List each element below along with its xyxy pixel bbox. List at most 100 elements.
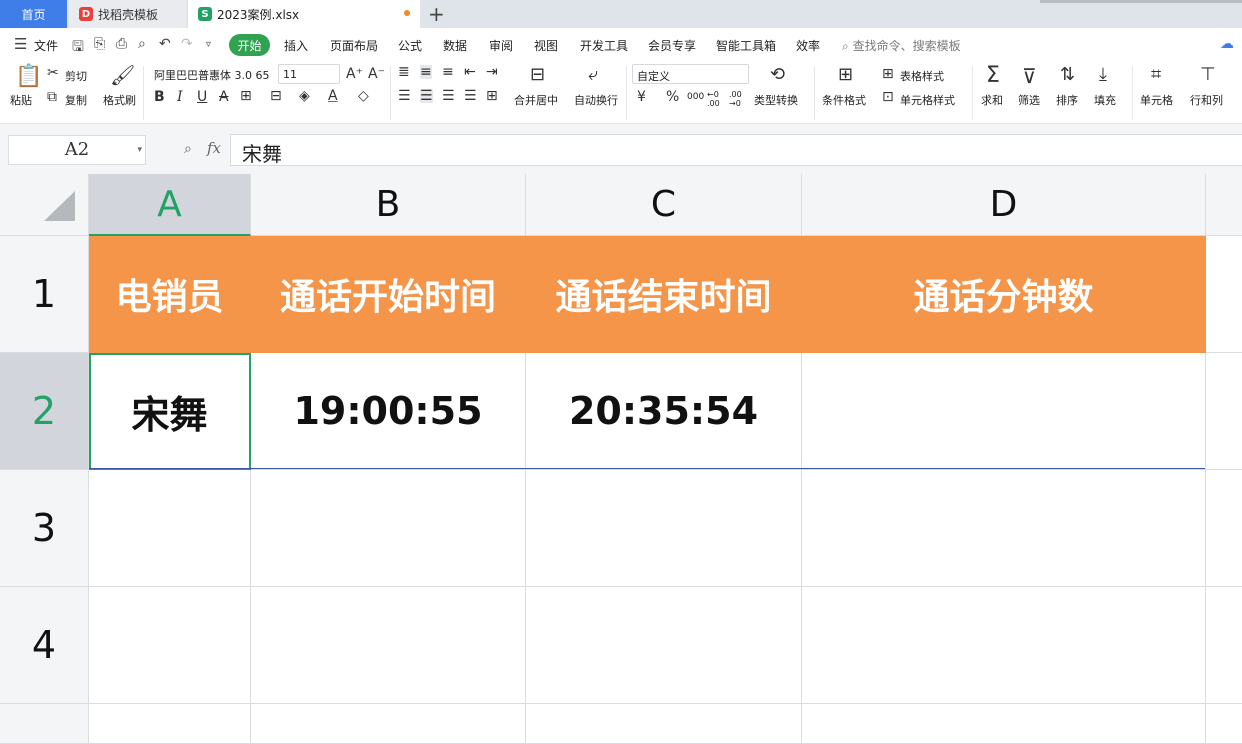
command-search[interactable]: ⌕ 查找命令、搜索模板 (842, 37, 961, 54)
cell-d3[interactable] (802, 470, 1206, 587)
sort-button[interactable]: 排序 (1056, 92, 1078, 108)
row-header-1[interactable]: 1 (0, 236, 89, 353)
row-header-2[interactable]: 2 (0, 353, 89, 470)
fill-color-icon[interactable]: ◈ (299, 89, 310, 103)
row-header-5[interactable] (0, 704, 89, 744)
cell-a3[interactable] (89, 470, 251, 587)
cloud-icon[interactable]: ☁ (1220, 36, 1234, 52)
menu-insert[interactable]: 插入 (284, 37, 308, 54)
column-header-a[interactable]: A (89, 174, 251, 236)
menu-formulas[interactable]: 公式 (398, 37, 422, 54)
cell-a5[interactable] (89, 704, 251, 744)
formula-input[interactable]: 宋舞 (230, 134, 1242, 166)
cell-d5[interactable] (802, 704, 1206, 744)
copy-button[interactable]: 复制 (65, 92, 87, 108)
cell-a4[interactable] (89, 587, 251, 704)
paste-icon[interactable]: 📋 (15, 66, 42, 88)
align-left-icon[interactable]: ☰ (398, 89, 411, 103)
wrap-text-button[interactable]: 自动换行 (574, 92, 618, 108)
cut-button[interactable]: 剪切 (65, 68, 87, 84)
undo-icon[interactable]: ↶ (159, 36, 171, 52)
number-format-select[interactable]: 自定义 (632, 64, 749, 84)
conditional-format-button[interactable]: 条件格式 (822, 92, 866, 108)
wrap-text-icon[interactable]: ⤶ (588, 66, 598, 84)
cell-e3[interactable] (1206, 470, 1242, 587)
distributed-icon[interactable]: ⊞ (486, 89, 498, 103)
increase-indent-icon[interactable]: ⇥ (486, 65, 498, 79)
cell-c4[interactable] (526, 587, 802, 704)
scissors-icon[interactable]: ✂ (47, 66, 59, 80)
thousands-button[interactable]: 000 (687, 92, 704, 102)
tab-template[interactable]: D 找稻壳模板 (69, 0, 186, 28)
align-top-icon[interactable]: ≣ (398, 65, 410, 79)
menu-smart-toolbox[interactable]: 智能工具箱 (716, 37, 776, 54)
chevron-down-icon[interactable]: ▾ (137, 136, 142, 164)
cell-button[interactable]: 单元格 (1140, 92, 1173, 108)
filter-icon[interactable]: ⊽ (1022, 66, 1037, 86)
customize-chevron-icon[interactable]: ▿ (206, 39, 211, 50)
cell-d2[interactable] (802, 353, 1206, 470)
strikethrough-icon[interactable]: A (219, 90, 229, 104)
percent-button[interactable]: % (666, 90, 679, 104)
tab-file[interactable]: S 2023案例.xlsx (188, 0, 420, 28)
print-preview-icon[interactable]: ⌕ (138, 36, 146, 52)
select-all-corner[interactable] (0, 174, 89, 236)
column-header-c[interactable]: C (526, 174, 802, 236)
clear-format-icon[interactable]: ◇ (358, 89, 369, 103)
cell-e2[interactable] (1206, 353, 1242, 470)
cell-c3[interactable] (526, 470, 802, 587)
export-icon[interactable]: ⎘ (94, 36, 105, 52)
cell-b1[interactable]: 通话开始时间 (251, 236, 526, 353)
merge-cells-icon[interactable]: ⊟ (530, 66, 545, 84)
sort-icon[interactable]: ⇅ (1060, 66, 1075, 84)
menu-page-layout[interactable]: 页面布局 (330, 37, 378, 54)
add-tab-button[interactable]: + (428, 2, 445, 26)
table-style-icon[interactable]: ⊞ (882, 67, 894, 81)
justify-icon[interactable]: ☰ (464, 89, 477, 103)
increase-font-icon[interactable]: A⁺ (346, 67, 363, 81)
cell-e1[interactable] (1206, 236, 1242, 353)
conditional-format-icon[interactable]: ⊞ (838, 66, 853, 84)
cell-b5[interactable] (251, 704, 526, 744)
save-icon[interactable]: 🖫 (72, 36, 84, 60)
cell-style-icon[interactable]: ⊡ (882, 90, 894, 104)
decrease-font-icon[interactable]: A⁻ (368, 67, 385, 81)
decrease-indent-icon[interactable]: ⇤ (464, 65, 476, 79)
menu-home[interactable]: 开始 (229, 34, 270, 56)
fill-button[interactable]: 填充 (1094, 92, 1116, 108)
menu-view[interactable]: 视图 (534, 37, 558, 54)
row-col-icon[interactable]: ⊤ (1200, 66, 1216, 84)
italic-icon[interactable]: I (177, 90, 183, 104)
cell-c5[interactable] (526, 704, 802, 744)
fill-icon[interactable]: ⤓ (1099, 66, 1107, 84)
menu-data[interactable]: 数据 (443, 37, 467, 54)
menu-developer[interactable]: 开发工具 (580, 37, 628, 54)
cell-b4[interactable] (251, 587, 526, 704)
row-header-3[interactable]: 3 (0, 470, 89, 587)
menu-review[interactable]: 审阅 (489, 37, 513, 54)
increase-decimal-button[interactable]: ←0 .00 (707, 90, 727, 108)
column-header-b[interactable]: B (251, 174, 526, 236)
convert-type-button[interactable]: 类型转换 (754, 92, 798, 108)
cell-d4[interactable] (802, 587, 1206, 704)
cell-c2[interactable]: 20:35:54 (526, 353, 802, 470)
row-col-button[interactable]: 行和列 (1190, 92, 1223, 108)
convert-type-icon[interactable]: ⟲ (770, 66, 785, 84)
row-header-4[interactable]: 4 (0, 587, 89, 704)
cell-a2[interactable]: 宋舞 (89, 353, 251, 470)
currency-button[interactable]: ¥ (637, 90, 646, 104)
cell-e5[interactable] (1206, 704, 1242, 744)
filter-button[interactable]: 筛选 (1018, 92, 1040, 108)
table-style-button[interactable]: 表格样式 (900, 68, 944, 84)
format-painter-button[interactable]: 格式刷 (103, 92, 136, 108)
cell-e4[interactable] (1206, 587, 1242, 704)
cell-icon[interactable]: ⌗ (1151, 66, 1161, 84)
name-box[interactable]: A2 ▾ (8, 135, 146, 165)
merge-center-button[interactable]: 合并居中 (514, 92, 558, 108)
redo-icon[interactable]: ↷ (181, 36, 193, 52)
font-name-select[interactable]: 阿里巴巴普惠体 3.0 65 (150, 64, 276, 84)
underline-icon[interactable]: U (197, 90, 207, 104)
sum-button[interactable]: 求和 (981, 92, 1003, 108)
align-center-icon[interactable]: ☰ (420, 89, 433, 103)
align-bottom-icon[interactable]: ≡ (442, 65, 454, 79)
